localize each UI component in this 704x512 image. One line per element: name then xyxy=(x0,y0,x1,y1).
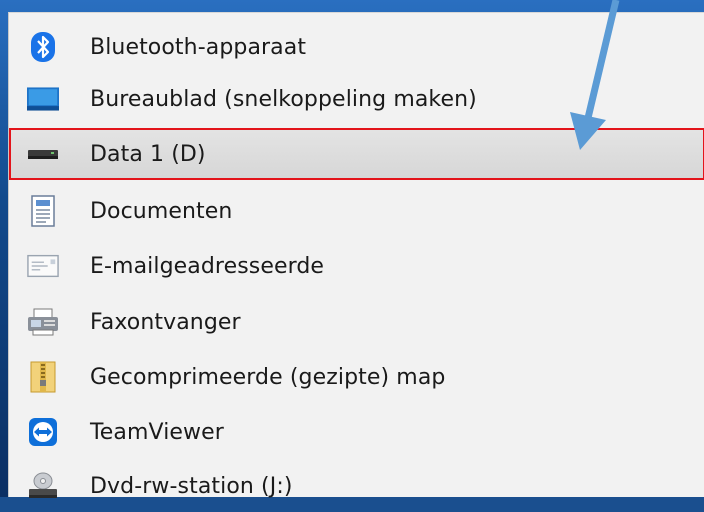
menu-item-label: Dvd-rw-station (J:) xyxy=(90,473,293,499)
send-to-submenu: Bluetooth-apparaat Bureaublad (snelkoppe… xyxy=(8,12,704,499)
teamviewer-icon xyxy=(27,416,59,448)
zip-folder-icon xyxy=(27,361,59,393)
dvd-drive-icon xyxy=(27,470,59,502)
menu-item-documents[interactable]: Documenten xyxy=(9,185,704,237)
menu-item-label: TeamViewer xyxy=(90,419,224,445)
bluetooth-icon xyxy=(27,31,59,63)
menu-item-mail-recipient[interactable]: E-mailgeadresseerde xyxy=(9,240,704,292)
menu-item-label: Bureaublad (snelkoppeling maken) xyxy=(90,86,477,112)
documents-icon xyxy=(27,195,59,227)
mail-recipient-icon xyxy=(27,250,59,282)
menu-item-label: Documenten xyxy=(90,198,233,224)
drive-icon xyxy=(27,138,59,170)
menu-item-dvd-drive[interactable]: Dvd-rw-station (J:) xyxy=(9,460,704,512)
menu-item-teamviewer[interactable]: TeamViewer xyxy=(9,406,704,458)
menu-item-label: Gecomprimeerde (gezipte) map xyxy=(90,364,446,390)
menu-item-zip-folder[interactable]: Gecomprimeerde (gezipte) map xyxy=(9,351,704,403)
menu-item-desktop[interactable]: Bureaublad (snelkoppeling maken) xyxy=(9,73,704,125)
menu-item-label: Bluetooth-apparaat xyxy=(90,34,307,60)
menu-item-data-drive[interactable]: Data 1 (D) xyxy=(9,128,704,180)
fax-icon xyxy=(27,306,59,338)
desktop-icon xyxy=(27,83,59,115)
menu-item-label: Data 1 (D) xyxy=(90,141,206,167)
menu-item-fax[interactable]: Faxontvanger xyxy=(9,296,704,348)
menu-item-bluetooth[interactable]: Bluetooth-apparaat xyxy=(9,21,704,73)
menu-item-label: Faxontvanger xyxy=(90,309,241,335)
menu-item-label: E-mailgeadresseerde xyxy=(90,253,325,279)
